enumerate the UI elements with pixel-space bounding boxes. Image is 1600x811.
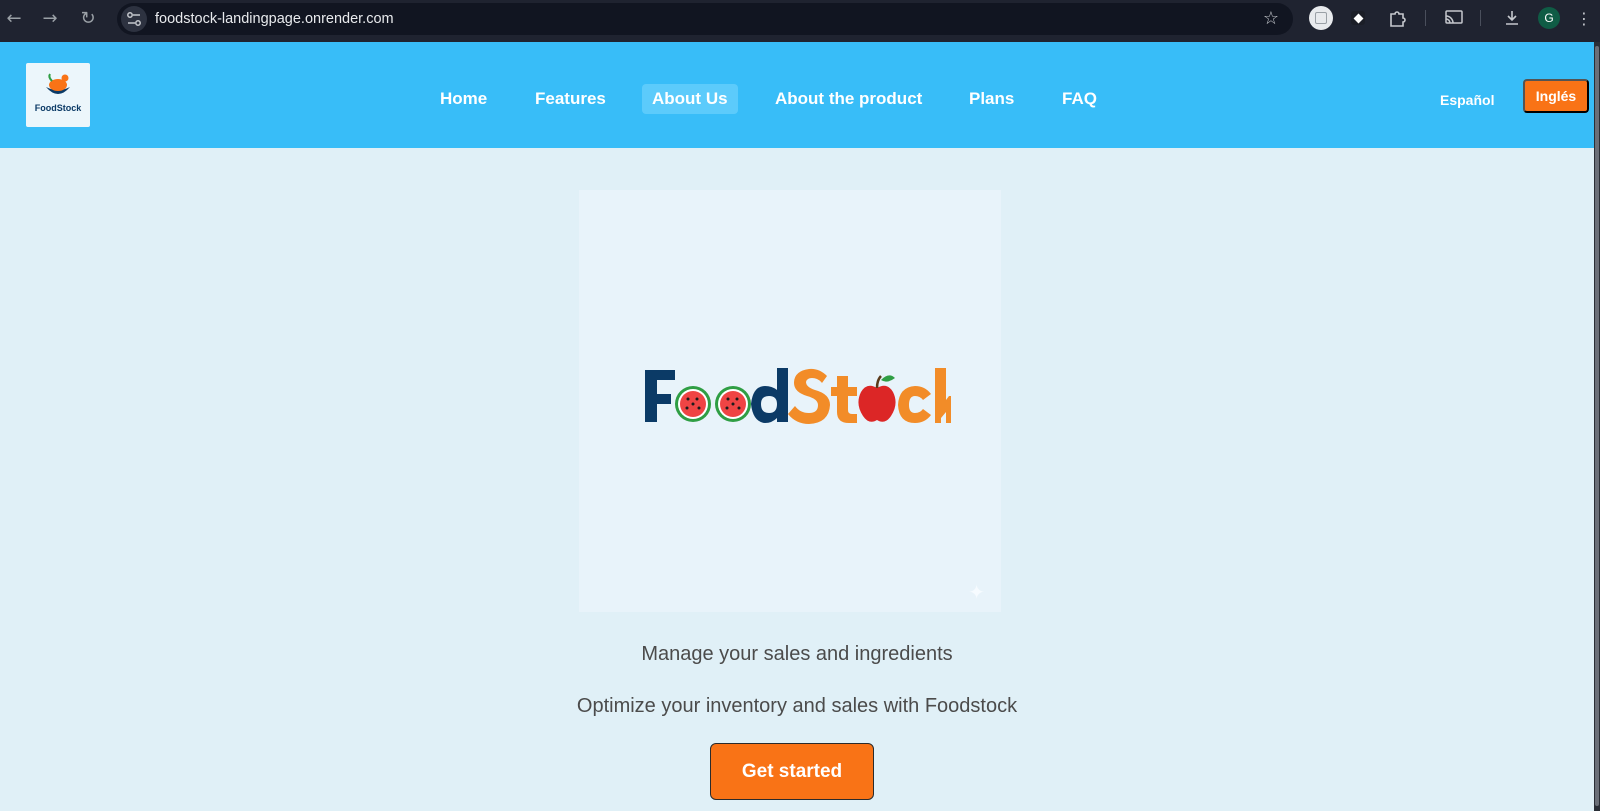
page-scrollbar[interactable] <box>1594 42 1600 811</box>
hero-image: ✦ <box>579 190 1001 612</box>
nav-about-us[interactable]: About Us <box>642 84 738 114</box>
site-info-icon[interactable] <box>121 6 147 32</box>
cast-icon[interactable] <box>1441 5 1467 31</box>
url-text: foodstock-landingpage.onrender.com <box>155 11 394 27</box>
nav-features[interactable]: Features <box>525 84 616 114</box>
sparkle-icon: ✦ <box>968 580 985 604</box>
hero-subtitle: Optimize your inventory and sales with F… <box>576 695 1018 717</box>
download-icon[interactable] <box>1499 5 1525 31</box>
menu-kebab-icon[interactable]: ⋮ <box>1574 5 1594 31</box>
nav-faq[interactable]: FAQ <box>1052 84 1107 114</box>
bookmark-star-icon[interactable]: ☆ <box>1263 8 1279 29</box>
foodstock-wordmark <box>645 368 951 424</box>
nav-plans[interactable]: Plans <box>959 84 1024 114</box>
back-icon[interactable]: ← <box>2 6 26 30</box>
get-started-button[interactable]: Get started <box>710 743 874 800</box>
language-spanish-link[interactable]: Español <box>1440 86 1494 114</box>
forward-icon[interactable]: → <box>38 6 62 30</box>
nav-home[interactable]: Home <box>430 84 497 114</box>
toolbar-separator <box>1425 10 1426 26</box>
site-header: FoodStock Home Features About Us About t… <box>0 42 1594 148</box>
extension-diamond-icon[interactable] <box>1345 5 1371 31</box>
main-nav: Home Features About Us About the product… <box>0 84 1594 116</box>
profile-avatar[interactable]: G <box>1538 7 1560 29</box>
hero-tagline: Manage your sales and ingredients <box>641 643 953 665</box>
nav-about-the-product[interactable]: About the product <box>765 84 932 114</box>
extensions-puzzle-icon[interactable] <box>1384 5 1410 31</box>
toolbar-separator <box>1480 10 1481 26</box>
language-english-button[interactable]: Inglés <box>1523 79 1589 113</box>
reload-icon[interactable]: ↻ <box>76 6 100 30</box>
scrollbar-thumb[interactable] <box>1595 46 1599 806</box>
browser-toolbar: ← → ↻ foodstock-landingpage.onrender.com… <box>0 0 1600 42</box>
address-bar[interactable]: foodstock-landingpage.onrender.com ☆ <box>117 3 1293 35</box>
extension-icon[interactable] <box>1308 5 1334 31</box>
